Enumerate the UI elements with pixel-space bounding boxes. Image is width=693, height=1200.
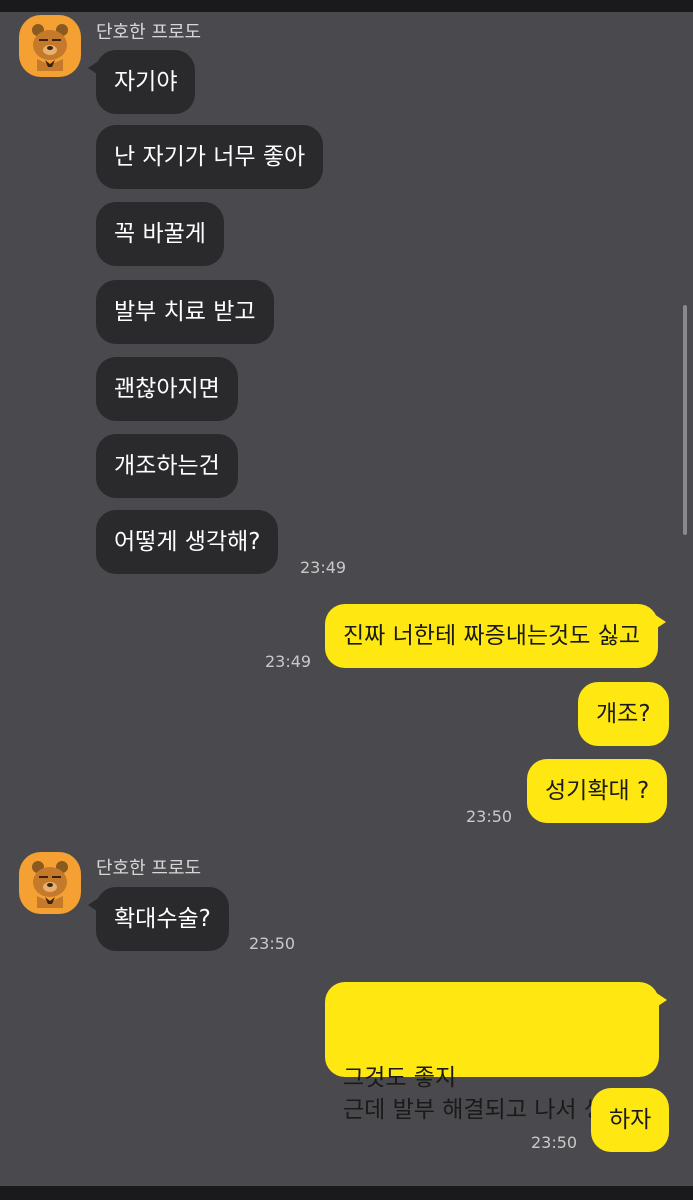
message-time: 23:50: [466, 807, 513, 826]
window-bottom-edge: [0, 1186, 693, 1200]
message-text: 발부 치료 받고: [114, 299, 256, 325]
message-bubble[interactable]: 진짜 너한테 짜증내는것도 싫고: [325, 604, 667, 668]
message-bubble[interactable]: 어떻게 생각해?: [96, 510, 279, 574]
message-bubble[interactable]: 발부 치료 받고: [96, 280, 274, 344]
message-bubble[interactable]: 그것도 좋지 근데 발부 해결되고 나서 생각..: [325, 982, 667, 1123]
message-bubble[interactable]: 괜찮아지면: [96, 357, 238, 421]
message-text: 성기확대 ?: [545, 778, 650, 804]
message-text: 개조?: [596, 701, 651, 727]
scrollbar[interactable]: [683, 305, 687, 535]
message-bubble[interactable]: 하자: [591, 1088, 670, 1152]
bear-avatar-icon: [32, 24, 68, 71]
message-text: 어떻게 생각해?: [114, 529, 261, 555]
sender-avatar[interactable]: [19, 15, 81, 77]
message-text: 개조하는건: [114, 453, 220, 479]
message-text: 난 자기가 너무 좋아: [114, 144, 306, 170]
message-text: 자기야: [114, 69, 178, 95]
message-bubble[interactable]: 성기확대 ?: [527, 759, 668, 823]
bubble-tail: [654, 614, 667, 630]
sender-name: 단호한 프로도: [96, 22, 202, 43]
message-bubble[interactable]: 난 자기가 너무 좋아: [96, 125, 324, 189]
message-text: 진짜 너한테 짜증내는것도 싫고: [343, 623, 641, 649]
sender-avatar[interactable]: [19, 852, 81, 914]
message-text: 확대수술?: [114, 906, 211, 932]
message-bubble[interactable]: 확대수술?: [88, 887, 229, 951]
bubble-tail: [88, 60, 100, 76]
message-time: 23:50: [249, 934, 296, 953]
chat-view[interactable]: 단호한 프로도 자기야 난 자기가 너무 좋아 꼭 바꿀게 발부 치료 받고 괜…: [0, 12, 693, 1186]
bubble-tail: [654, 992, 667, 1008]
message-text: 괜찮아지면: [114, 376, 220, 402]
message-time: 23:49: [300, 558, 347, 577]
message-time: 23:50: [531, 1133, 578, 1152]
bear-avatar-icon: [32, 861, 68, 908]
window-top-edge: [0, 0, 693, 12]
message-time: 23:49: [265, 652, 312, 671]
message-bubble[interactable]: 자기야: [88, 50, 196, 114]
message-bubble[interactable]: 꼭 바꿀게: [96, 202, 224, 266]
message-bubble[interactable]: 개조?: [578, 682, 669, 746]
message-text: 하자: [609, 1107, 652, 1133]
message-text: 꼭 바꿀게: [114, 221, 206, 247]
message-bubble[interactable]: 개조하는건: [96, 434, 238, 498]
sender-name: 단호한 프로도: [96, 858, 202, 879]
bubble-tail: [88, 897, 100, 913]
